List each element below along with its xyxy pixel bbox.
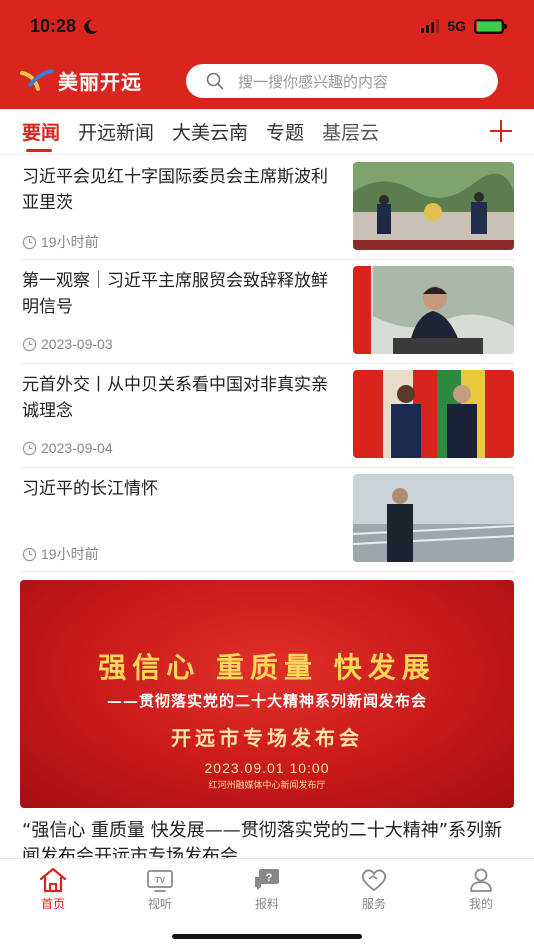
- tv-icon: TV: [147, 870, 173, 892]
- user-icon: [470, 868, 492, 892]
- category-tabs: 要闻 开远新闻 大美云南 专题 基层云: [0, 109, 534, 155]
- news-item[interactable]: 习近平的长江情怀 19小时前: [20, 468, 514, 572]
- banner-date: 2023.09.01 10:00: [204, 760, 330, 776]
- clock-icon: [22, 441, 37, 455]
- nav-video-label: 视听: [147, 897, 172, 911]
- moon-icon: [84, 19, 98, 34]
- news-time-text: 2023-09-03: [41, 336, 113, 352]
- feature-article-title[interactable]: “强信心 重质量 快发展——贯彻落实党的二十大精神”系列新闻发布会开远市专场发布…: [22, 818, 516, 860]
- nav-home[interactable]: 首页: [13, 867, 93, 912]
- network-label: 5G: [447, 18, 466, 34]
- news-thumbnail: [353, 266, 514, 354]
- press-conference-banner[interactable]: 强信心 重质量 快发展 ——贯彻落实党的二十大精神系列新闻发布会 开远市专场发布…: [20, 580, 514, 808]
- home-icon: [39, 867, 67, 893]
- svg-text:TV: TV: [155, 876, 166, 885]
- news-thumbnail: [353, 474, 514, 562]
- nav-service-label: 服务: [361, 897, 386, 911]
- home-indicator[interactable]: [172, 934, 362, 939]
- status-bar-indicators: 5G: [421, 18, 507, 34]
- nav-home-label: 首页: [40, 897, 65, 911]
- news-time: 2023-09-04: [22, 440, 113, 456]
- news-list: 习近平会见红十字国际委员会主席斯波利亚里茨 19小时前 第一观察｜习近平主席服贸…: [0, 156, 534, 572]
- nav-video[interactable]: TV 视听: [120, 867, 200, 912]
- news-title: 习近平会见红十字国际委员会主席斯波利亚里茨: [22, 167, 328, 213]
- news-title: 习近平的长江情怀: [22, 479, 158, 499]
- news-item[interactable]: 第一观察｜习近平主席服贸会致辞释放鲜明信号 2023-09-03: [20, 260, 514, 364]
- news-time-text: 2023-09-04: [41, 440, 113, 456]
- tab-headlines[interactable]: 要闻: [22, 118, 60, 145]
- status-bar-time: 10:28: [30, 16, 98, 37]
- banner-venue: 红河州融媒体中心新闻发布厅: [208, 781, 326, 791]
- nav-service[interactable]: 服务: [334, 867, 414, 912]
- brand-swoosh-icon: [20, 68, 54, 91]
- news-item[interactable]: 元首外交丨从中贝关系看中国对非真实亲诚理念 2023-09-04: [20, 364, 514, 468]
- active-tab-indicator: [26, 149, 52, 152]
- news-item[interactable]: 习近平会见红十字国际委员会主席斯波利亚里茨 19小时前: [20, 156, 514, 260]
- brand-name: 美丽开远: [58, 70, 142, 94]
- clock-icon: [22, 547, 37, 561]
- app-header: 10:28 5G 美丽开远 搜一搜你感兴趣的内容: [0, 0, 534, 109]
- nav-report[interactable]: ? 报料: [227, 867, 307, 912]
- tab-yunnan[interactable]: 大美云南: [172, 118, 248, 145]
- news-thumbnail: [353, 370, 514, 458]
- news-thumbnail: [353, 162, 514, 250]
- search-placeholder: 搜一搜你感兴趣的内容: [238, 72, 389, 91]
- svg-text:?: ?: [266, 872, 273, 884]
- news-title: 第一观察｜习近平主席服贸会致辞释放鲜明信号: [22, 271, 328, 317]
- nav-profile[interactable]: 我的: [441, 867, 521, 912]
- report-icon: ?: [255, 869, 279, 890]
- news-time-text: 19小时前: [41, 546, 99, 562]
- heart-icon: [361, 869, 387, 891]
- clock-icon: [22, 235, 37, 249]
- tab-kaiyuan-news[interactable]: 开远新闻: [78, 118, 154, 145]
- news-time: 19小时前: [22, 232, 99, 252]
- banner-event-name: 开远市专场发布会: [171, 726, 363, 750]
- clock-icon: [22, 337, 37, 351]
- search-bar[interactable]: 搜一搜你感兴趣的内容: [186, 64, 498, 98]
- search-icon: [206, 72, 224, 90]
- news-time-text: 19小时前: [41, 234, 99, 250]
- signal-icon: [421, 19, 440, 33]
- tab-special[interactable]: 专题: [266, 118, 304, 145]
- news-time: 19小时前: [22, 544, 99, 564]
- news-time: 2023-09-03: [22, 336, 113, 352]
- tab-grassroots[interactable]: 基层云: [322, 118, 379, 145]
- add-channel-icon[interactable]: [490, 120, 512, 142]
- battery-icon: [474, 18, 507, 34]
- brand-logo[interactable]: 美丽开远: [20, 66, 142, 95]
- banner-headline: 强信心 重质量 快发展: [98, 651, 436, 684]
- banner-subheadline: ——贯彻落实党的二十大精神系列新闻发布会: [106, 692, 427, 710]
- nav-profile-label: 我的: [468, 897, 493, 911]
- nav-report-label: 报料: [254, 897, 279, 911]
- time-text: 10:28: [30, 16, 77, 36]
- news-title: 元首外交丨从中贝关系看中国对非真实亲诚理念: [22, 375, 328, 421]
